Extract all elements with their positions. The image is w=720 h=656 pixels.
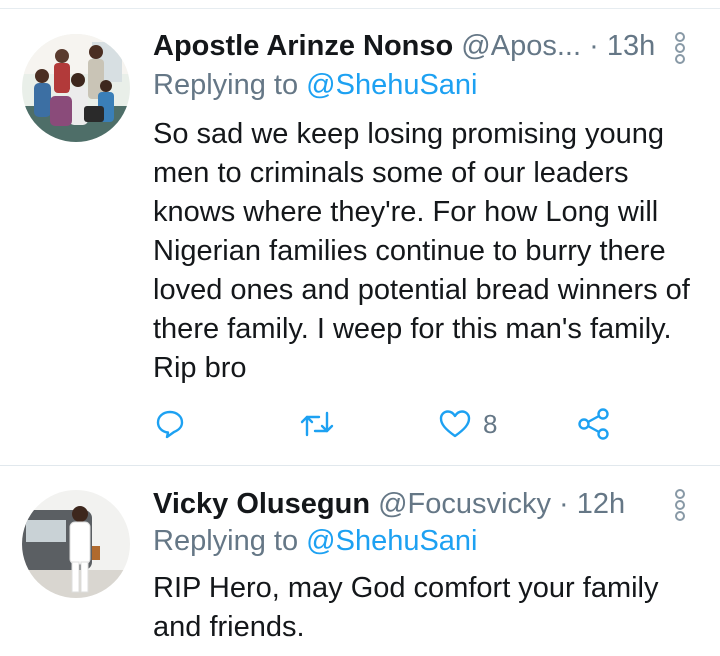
separator-dot: · xyxy=(559,488,569,520)
replying-label: Replying to xyxy=(153,525,299,557)
speech-bubble-icon xyxy=(156,410,184,439)
more-options-icon[interactable] xyxy=(668,486,692,524)
top-divider xyxy=(0,0,720,9)
tweet-header: Apostle Arinze Nonso @Apos... · 13h xyxy=(153,27,655,65)
like-count: 8 xyxy=(483,408,498,439)
replying-to: Replying to @ShehuSani xyxy=(153,525,478,558)
tweet[interactable]: Vicky Olusegun @Focusvicky · 12h Replyin… xyxy=(0,466,720,656)
avatar[interactable] xyxy=(22,490,130,598)
user-handle[interactable]: @Focusvicky xyxy=(378,488,551,520)
tweet[interactable]: Apostle Arinze Nonso @Apos... · 13h Repl… xyxy=(0,9,720,466)
display-name[interactable]: Vicky Olusegun xyxy=(153,488,370,520)
user-handle[interactable]: @Apos... xyxy=(461,30,581,62)
mention-link[interactable]: @ShehuSani xyxy=(306,525,477,557)
mention-link[interactable]: @ShehuSani xyxy=(306,69,477,101)
display-name[interactable]: Apostle Arinze Nonso xyxy=(153,30,453,62)
reply-button[interactable] xyxy=(155,402,185,446)
share-button[interactable] xyxy=(578,402,610,446)
tweet-actions: 8 xyxy=(153,402,673,446)
retweet-button[interactable] xyxy=(299,402,335,446)
tweet-text: So sad we keep losing promising young me… xyxy=(153,118,690,384)
tweet-header: Vicky Olusegun @Focusvicky · 12h xyxy=(153,485,625,523)
retweet-icon xyxy=(300,411,334,437)
like-button[interactable]: 8 xyxy=(439,402,497,446)
replying-to: Replying to @ShehuSani xyxy=(153,69,478,102)
avatar[interactable] xyxy=(22,34,130,142)
heart-icon xyxy=(439,410,471,438)
timestamp[interactable]: 12h xyxy=(577,488,625,520)
separator-dot: · xyxy=(589,30,599,62)
more-options-icon[interactable] xyxy=(668,29,692,67)
timestamp[interactable]: 13h xyxy=(607,30,655,62)
share-icon xyxy=(578,408,609,440)
replying-label: Replying to xyxy=(153,69,299,101)
tweet-text: RIP Hero, may God comfort your family an… xyxy=(153,572,659,643)
